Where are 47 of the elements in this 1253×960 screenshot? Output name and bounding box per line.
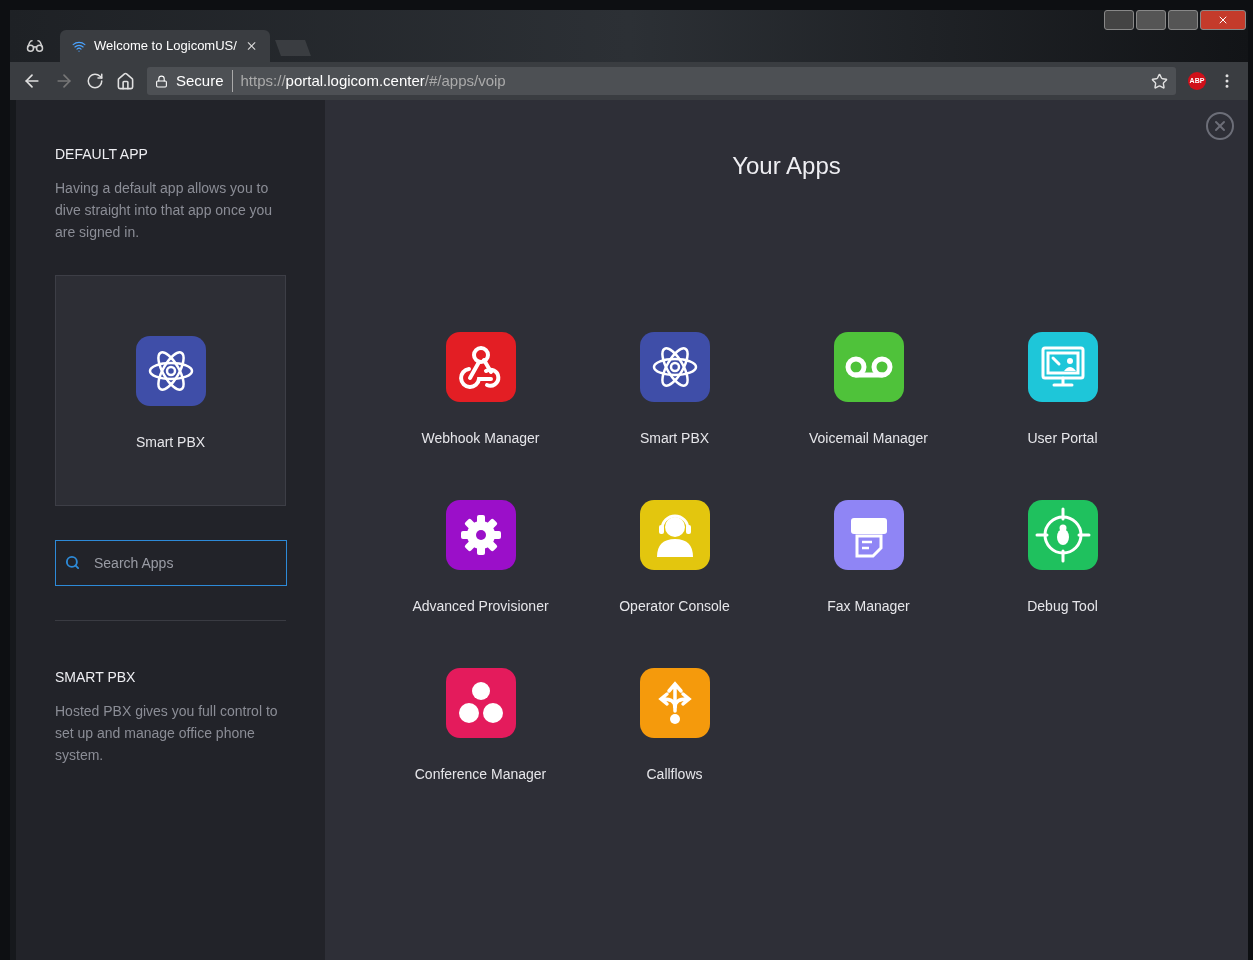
monitor-icon xyxy=(1039,344,1086,390)
tab-title: Welcome to LogicomUS/ xyxy=(94,37,237,56)
section-description: Having a default app allows you to dive straight into that app once you are signed in. xyxy=(55,179,274,242)
app-tile-icon[interactable] xyxy=(445,500,516,570)
default-app-card[interactable]: Smart PBX xyxy=(55,275,286,506)
gear-icon xyxy=(458,513,503,557)
lock-icon xyxy=(155,74,168,88)
app-name[interactable]: Operator Console xyxy=(619,596,730,617)
app-name[interactable]: Advanced Provisioner xyxy=(412,596,549,617)
app-tile-icon[interactable] xyxy=(639,668,710,738)
address-bar[interactable]: Secure https://portal.logicom.center/#/apps/voip xyxy=(147,67,1176,95)
search-field[interactable]: Search Apps xyxy=(55,540,287,586)
security-label: Secure xyxy=(176,69,233,93)
app-tile-icon[interactable] xyxy=(1027,500,1098,570)
incognito-icon xyxy=(26,37,44,55)
app-name[interactable]: Callflows xyxy=(646,764,703,785)
app-name[interactable]: Smart PBX xyxy=(135,432,206,453)
app-name[interactable]: Webhook Manager xyxy=(421,428,540,449)
bug-target-icon xyxy=(1034,507,1091,563)
page-title: Your Apps xyxy=(732,151,841,181)
app-tile-icon[interactable] xyxy=(1027,332,1098,402)
window-extra-button[interactable] xyxy=(1104,10,1134,30)
section-description: Hosted PBX gives you full control to set up and manage office phone system. xyxy=(55,702,279,765)
browser-tab[interactable]: Welcome to LogicomUS/ xyxy=(60,30,270,62)
url-text: https://portal.logicom.center/#/apps/voip xyxy=(240,70,507,91)
app-tile-icon[interactable] xyxy=(135,336,206,406)
app-name[interactable]: Debug Tool xyxy=(1027,596,1098,617)
close-icon xyxy=(1212,118,1228,134)
home-icon[interactable] xyxy=(116,71,135,91)
close-icon xyxy=(1217,14,1229,26)
app-name[interactable]: Fax Manager xyxy=(827,596,910,617)
app-name[interactable]: Voicemail Manager xyxy=(808,428,929,449)
section-heading: DEFAULT APP xyxy=(55,145,149,164)
close-button[interactable] xyxy=(1206,112,1234,140)
app-name[interactable]: Conference Manager xyxy=(414,764,547,785)
bookmark-star-icon[interactable] xyxy=(1151,72,1168,90)
app-tile-icon[interactable] xyxy=(833,500,904,570)
app-tile-icon[interactable] xyxy=(445,668,516,738)
app-name[interactable]: Smart PBX xyxy=(639,428,710,449)
app-tile-icon[interactable] xyxy=(445,332,516,402)
app-tile-icon[interactable] xyxy=(639,500,710,570)
app-name[interactable]: User Portal xyxy=(1027,428,1098,449)
search-icon xyxy=(65,555,80,570)
section-heading: SMART PBX xyxy=(55,668,137,687)
app-tile-icon[interactable] xyxy=(639,332,710,402)
reload-icon[interactable] xyxy=(86,72,104,90)
app-tile-icon[interactable] xyxy=(833,332,904,402)
